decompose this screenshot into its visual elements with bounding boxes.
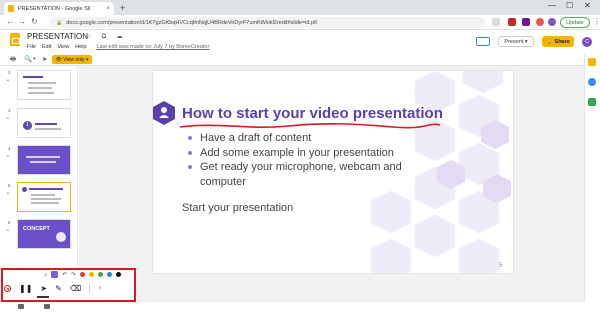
link-icon: ⚭	[6, 154, 10, 159]
pen-color-black[interactable]	[115, 272, 121, 277]
share-button[interactable]: 🔒 Share	[542, 36, 574, 47]
profile-icon[interactable]	[548, 18, 556, 26]
view-only-button[interactable]: 👁 View only ▾	[52, 55, 92, 64]
undo-icon[interactable]: ↶	[62, 272, 67, 278]
present-label: Present	[504, 38, 524, 45]
home-icon[interactable]: ⌂	[44, 272, 47, 278]
right-side-panel	[584, 54, 600, 312]
chevron-down-icon[interactable]: ▾	[33, 56, 36, 62]
slide-thumbnail-5[interactable]	[17, 182, 71, 212]
filmstrip-view-icon[interactable]	[44, 304, 50, 309]
thumb-concept-label: CONCEPT	[23, 226, 50, 232]
presentation-hexagon-icon	[153, 101, 175, 125]
zoom-icon[interactable]: 🔍	[24, 55, 32, 63]
slide-number: 2	[8, 70, 11, 75]
title-action-icons[interactable]: ☆ ⧉ ☁	[86, 32, 127, 41]
bullet-item: Get ready your microphone, webcam and co…	[188, 160, 418, 189]
slide-body-text: Start your presentation	[182, 202, 294, 214]
reload-button[interactable]: ↻	[31, 17, 38, 26]
record-icon[interactable]	[4, 285, 11, 292]
pointer-tool-icon[interactable]: ➤	[40, 284, 47, 293]
back-button[interactable]: ←	[6, 17, 14, 26]
pen-color-yellow[interactable]	[88, 272, 94, 277]
menu-edit[interactable]: Edit	[42, 44, 51, 50]
last-edit-link[interactable]: Last edit was made on July 7 by BoreoCre…	[97, 44, 210, 50]
slide-bullet-list: Have a draft of content Add some example…	[188, 131, 418, 189]
slide-number: 3	[8, 108, 11, 113]
slide-number: 5	[8, 183, 11, 188]
update-button[interactable]: Update	[560, 17, 590, 28]
pen-tool-icon[interactable]: ✎	[55, 284, 62, 293]
highlight-tool-icon[interactable]	[51, 271, 59, 278]
slides-favicon-icon	[8, 5, 14, 12]
recording-controls: ❚❚ ➤ ✎ ⌫ ×	[4, 284, 102, 293]
slides-logo-icon[interactable]	[10, 33, 20, 46]
new-tab-button[interactable]: +	[120, 3, 125, 13]
url-text: docs.google.com/presentation/d/1K7gzGKbq…	[66, 19, 318, 26]
link-icon: ⚭	[6, 191, 10, 196]
slide-number: 6	[8, 220, 11, 225]
menu-bar: File Edit View Help Last edit was made o…	[27, 44, 209, 50]
slide-thumbnail-3[interactable]: 1	[17, 108, 71, 138]
bullet-item: Have a draft of content	[188, 131, 418, 146]
chevron-down-icon: ▾	[524, 38, 528, 45]
extension-icon[interactable]	[492, 18, 500, 26]
active-tool-indicator	[37, 296, 49, 298]
minimize-button[interactable]: —	[548, 1, 556, 10]
comment-history-icon[interactable]	[476, 37, 490, 46]
link-icon: ⚭	[6, 116, 10, 121]
pen-palette: ⌂ ↶ ↷	[44, 271, 121, 278]
pointer-icon[interactable]: ➤	[42, 55, 47, 63]
tab-close-icon[interactable]: ×	[106, 6, 110, 12]
avatar[interactable]: C	[582, 37, 592, 47]
slide-thumbnail-6[interactable]: CONCEPT	[17, 219, 71, 249]
thumb-badge: 1	[23, 121, 32, 130]
present-button[interactable]: Present ▾	[498, 36, 534, 47]
close-window-button[interactable]: ✕	[584, 1, 591, 10]
grid-view-icon[interactable]	[18, 304, 24, 309]
calendar-icon[interactable]	[588, 98, 596, 106]
pen-color-blue[interactable]	[106, 272, 112, 277]
red-pen-annotation	[179, 122, 441, 129]
pause-button[interactable]: ❚❚	[19, 284, 32, 293]
pen-color-green[interactable]	[97, 272, 103, 277]
menu-file[interactable]: File	[27, 44, 36, 50]
close-icon[interactable]: ×	[98, 286, 102, 292]
redo-icon[interactable]: ↷	[71, 272, 76, 278]
document-title[interactable]: PRESENTATION	[27, 32, 88, 41]
link-icon: ⚭	[6, 228, 10, 233]
menu-help[interactable]: Help	[75, 44, 86, 50]
maximize-button[interactable]: ☐	[566, 1, 573, 10]
extension-icon[interactable]	[536, 18, 544, 26]
divider	[89, 284, 91, 293]
forward-button[interactable]: →	[18, 17, 26, 26]
extension-icon[interactable]	[508, 18, 516, 26]
tasks-icon[interactable]	[588, 78, 596, 86]
eraser-icon[interactable]: ⌫	[70, 284, 81, 293]
browser-tab-strip: PRESENTATION - Google Sli × + — ☐ ✕	[0, 0, 600, 15]
status-bar	[0, 302, 600, 312]
url-input[interactable]: 🔒 docs.google.com/presentation/d/1K7gzGK…	[50, 17, 485, 28]
tab-title: PRESENTATION - Google Sli	[18, 5, 91, 12]
menu-view[interactable]: View	[57, 44, 69, 50]
slide-number: 4	[8, 146, 11, 151]
link-icon: ⚭	[6, 78, 10, 83]
extension-icon[interactable]	[522, 18, 530, 26]
address-bar-row: ← → ↻ 🔒 docs.google.com/presentation/d/1…	[0, 15, 600, 30]
slide-page-number: 5	[499, 263, 503, 269]
lock-icon: 🔒	[56, 19, 63, 26]
slide-thumbnail-4[interactable]	[17, 145, 71, 175]
slide-thumbnail-2[interactable]	[17, 70, 71, 100]
print-icon[interactable]: 🖶	[10, 55, 16, 66]
browser-menu-icon[interactable]: ⋮	[593, 17, 600, 26]
browser-tab[interactable]: PRESENTATION - Google Sli ×	[4, 2, 114, 15]
pen-color-red[interactable]	[79, 272, 85, 277]
bullet-item: Add some example in your presentation	[188, 146, 418, 161]
keep-icon[interactable]	[588, 58, 596, 66]
